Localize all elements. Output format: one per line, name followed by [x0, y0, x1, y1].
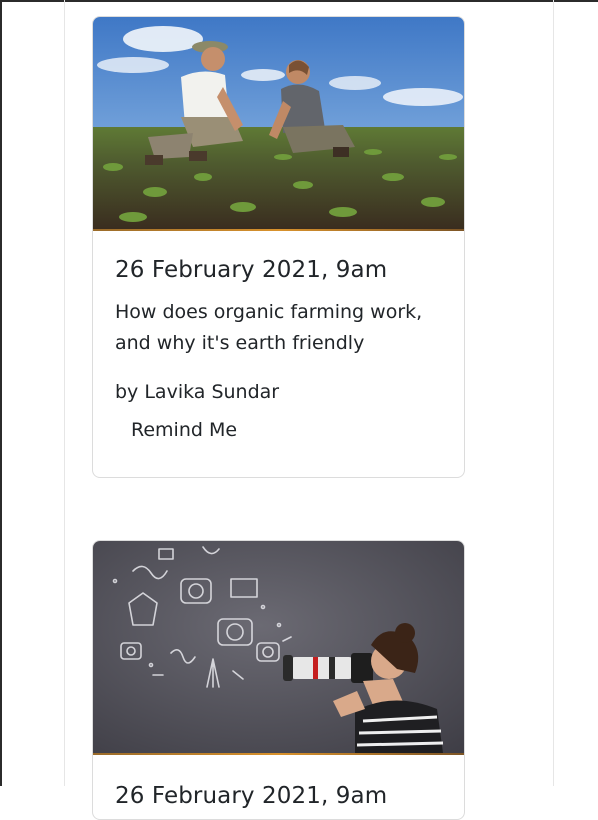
remind-me-button[interactable]: Remind Me: [115, 415, 253, 445]
event-image-farming: [93, 17, 464, 229]
event-title: How does organic farming work, and why i…: [115, 301, 423, 354]
card-body: 26 February 2021, 9am: [93, 755, 464, 811]
event-card: 26 February 2021, 9am: [92, 540, 465, 820]
window-left-border: [0, 0, 2, 786]
event-date: 26 February 2021, 9am: [115, 257, 388, 283]
card-body: 26 February 2021, 9am How does organic f…: [93, 231, 464, 445]
event-image-photography: [93, 541, 464, 753]
event-author: by Lavika Sundar: [115, 381, 280, 403]
event-card: 26 February 2021, 9am How does organic f…: [92, 16, 465, 478]
